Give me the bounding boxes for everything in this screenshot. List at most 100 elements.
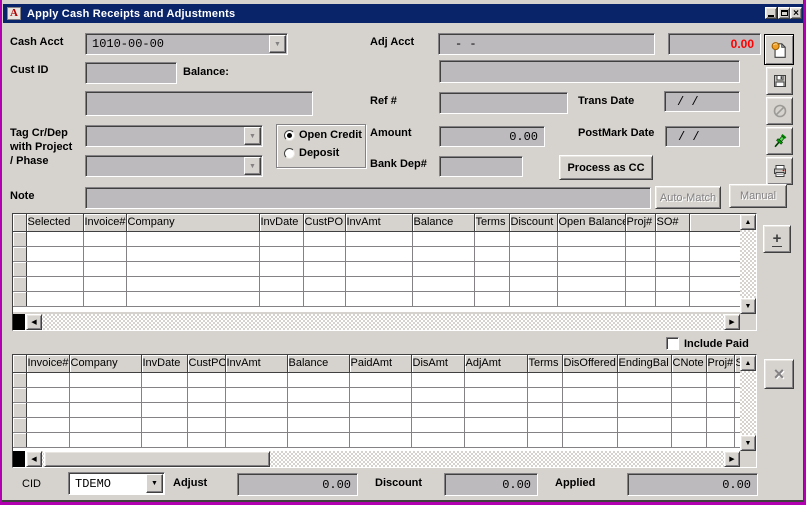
applied-invoices-grid-body[interactable]: Invoice# Company InvDate CustPO InvAmt B… — [13, 355, 740, 451]
col-disoffered[interactable]: DisOffered — [562, 355, 617, 372]
grid-cell[interactable] — [527, 402, 562, 417]
cid-dropdown-icon[interactable]: ▼ — [146, 474, 163, 493]
col-invoice[interactable]: Invoice# — [83, 214, 126, 231]
grid-cell[interactable] — [671, 402, 706, 417]
col-open-balance[interactable]: Open Balance — [557, 214, 625, 231]
grid-cell[interactable] — [617, 417, 671, 432]
post-button[interactable] — [766, 127, 793, 155]
col-custpo[interactable]: CustPO — [187, 355, 225, 372]
scroll-left-button[interactable]: ◀ — [26, 451, 42, 467]
grid-cell[interactable] — [83, 291, 126, 306]
grid-cell[interactable] — [345, 261, 412, 276]
title-bar[interactable]: A Apply Cash Receipts and Adjustments — [3, 4, 803, 23]
grid-cell[interactable] — [671, 372, 706, 387]
grid-cell[interactable] — [655, 291, 689, 306]
cid-combo[interactable]: TDEMO ▼ — [68, 472, 165, 495]
grid-cell[interactable] — [187, 387, 225, 402]
grid-cell[interactable] — [225, 432, 287, 447]
grid-cell[interactable] — [26, 432, 69, 447]
col-proj[interactable]: Proj# — [625, 214, 655, 231]
grid-cell[interactable] — [464, 402, 527, 417]
grid-cell[interactable] — [706, 417, 734, 432]
postmark-date-input[interactable]: / / — [665, 126, 740, 147]
grid-cell[interactable] — [83, 276, 126, 291]
grid-cell[interactable] — [474, 276, 509, 291]
grid-cell[interactable] — [562, 432, 617, 447]
grid-cell[interactable] — [617, 372, 671, 387]
trans-date-input[interactable]: / / — [664, 91, 740, 112]
col-terms[interactable]: Terms — [474, 214, 509, 231]
col-invamt[interactable]: InvAmt — [225, 355, 287, 372]
grid-cell[interactable] — [706, 432, 734, 447]
cust-id-input[interactable] — [85, 62, 177, 84]
scroll-up-button[interactable]: ▲ — [740, 214, 756, 230]
col-adjamt[interactable]: AdjAmt — [464, 355, 527, 372]
col-company[interactable]: Company — [69, 355, 141, 372]
grid-cell[interactable] — [689, 291, 740, 306]
grid-cell[interactable] — [287, 387, 349, 402]
grid-cell[interactable] — [625, 291, 655, 306]
row-selector-cell[interactable] — [13, 417, 26, 432]
project-combo[interactable]: ▼ — [85, 125, 263, 147]
grid-cell[interactable] — [557, 246, 625, 261]
grid-cell[interactable] — [259, 291, 303, 306]
project-dropdown-icon[interactable]: ▼ — [244, 127, 261, 145]
grid-cell[interactable] — [411, 402, 464, 417]
grid-cell[interactable] — [345, 231, 412, 246]
grid-cell[interactable] — [509, 246, 557, 261]
row-selector-cell[interactable] — [13, 276, 26, 291]
grid-cell[interactable] — [187, 432, 225, 447]
col-terms[interactable]: Terms — [527, 355, 562, 372]
grid-cell[interactable] — [141, 402, 187, 417]
col-invdate[interactable]: InvDate — [141, 355, 187, 372]
grid-cell[interactable] — [474, 261, 509, 276]
grid-cell[interactable] — [225, 372, 287, 387]
grid-cell[interactable] — [617, 432, 671, 447]
grid-cell[interactable] — [349, 402, 411, 417]
grid-cell[interactable] — [509, 261, 557, 276]
col-paidamt[interactable]: PaidAmt — [349, 355, 411, 372]
row-selector-cell[interactable] — [13, 387, 26, 402]
cash-acct-combo[interactable]: 1010-00-00 ▼ — [85, 33, 288, 55]
grid-cell[interactable] — [557, 291, 625, 306]
grid-cell[interactable] — [349, 372, 411, 387]
grid-cell[interactable] — [69, 372, 141, 387]
grid-cell[interactable] — [26, 387, 69, 402]
print-button[interactable] — [766, 157, 793, 185]
grid-cell[interactable] — [126, 261, 259, 276]
grid-cell[interactable] — [557, 231, 625, 246]
grid-cell[interactable] — [689, 276, 740, 291]
scroll-down-button[interactable]: ▼ — [740, 435, 756, 451]
col-endingbal[interactable]: EndingBal — [617, 355, 671, 372]
grid-cell[interactable] — [26, 276, 83, 291]
grid-cell[interactable] — [349, 417, 411, 432]
grid-cell[interactable] — [412, 276, 474, 291]
grid-cell[interactable] — [303, 276, 345, 291]
grid-cell[interactable] — [141, 432, 187, 447]
grid-cell[interactable] — [345, 246, 412, 261]
grid-cell[interactable] — [287, 417, 349, 432]
grid-cell[interactable] — [655, 261, 689, 276]
grid-cell[interactable] — [527, 372, 562, 387]
grid-cell[interactable] — [349, 432, 411, 447]
cash-acct-dropdown-icon[interactable]: ▼ — [269, 35, 286, 53]
grid-cell[interactable] — [26, 402, 69, 417]
grid-cell[interactable] — [655, 276, 689, 291]
grid-cell[interactable] — [287, 432, 349, 447]
grid-cell[interactable] — [625, 231, 655, 246]
grid-cell[interactable] — [464, 432, 527, 447]
grid-cell[interactable] — [625, 246, 655, 261]
grid-cell[interactable] — [26, 231, 83, 246]
col-disamt[interactable]: DisAmt — [411, 355, 464, 372]
invoices-vertical-scrollbar[interactable]: ▲ ▼ — [740, 214, 756, 314]
grid-cell[interactable] — [303, 261, 345, 276]
grid-cell[interactable] — [287, 372, 349, 387]
grid-cell[interactable] — [259, 231, 303, 246]
scrollbar-thumb[interactable] — [44, 451, 270, 467]
receipt-button[interactable] — [764, 34, 794, 65]
grid-cell[interactable] — [562, 402, 617, 417]
applied-horizontal-scrollbar[interactable]: ◀ ▶ — [13, 451, 740, 467]
col-invamt[interactable]: InvAmt — [345, 214, 412, 231]
col-discount[interactable]: Discount — [509, 214, 557, 231]
splitter-box[interactable] — [13, 314, 26, 330]
